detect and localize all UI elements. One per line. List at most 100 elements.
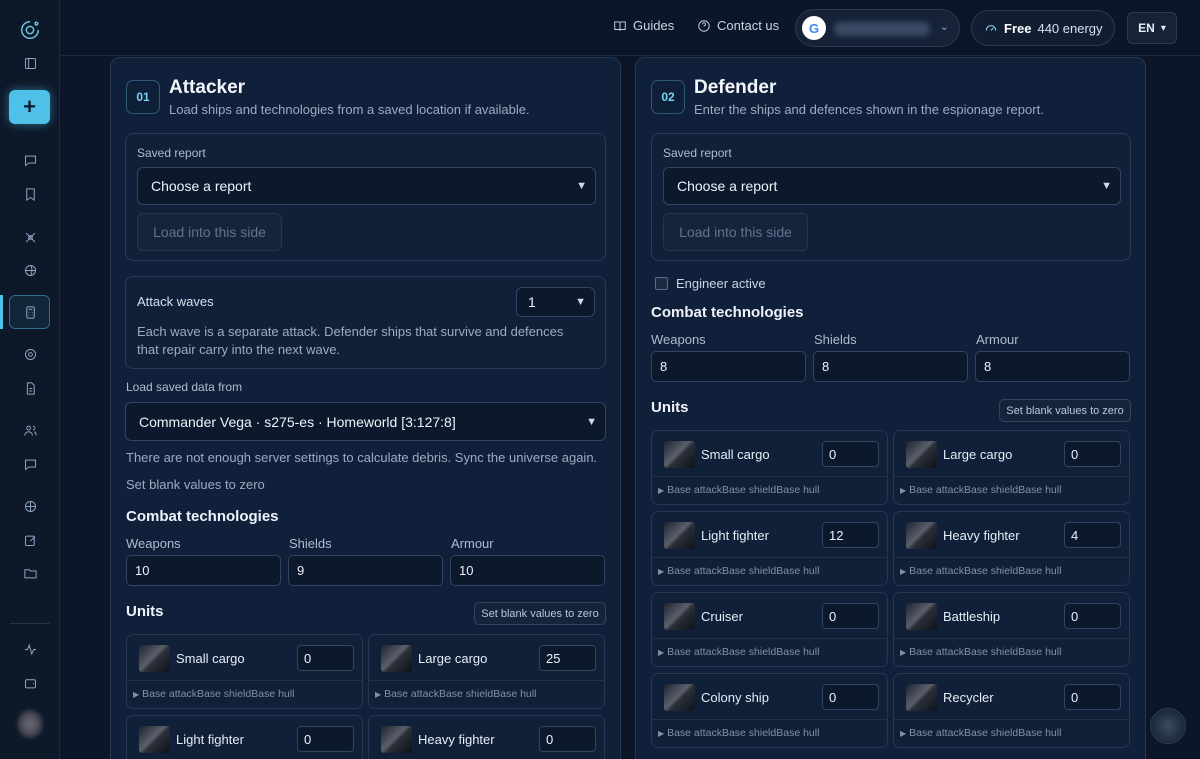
engineer-checkbox[interactable] bbox=[655, 277, 668, 290]
document-icon[interactable] bbox=[15, 373, 45, 403]
unit-base-stats-toggle[interactable]: ▶ Base attackBase shieldBase hull bbox=[658, 646, 819, 658]
unit-base-stats: Base attackBase shieldBase hull bbox=[909, 484, 1062, 496]
user-avatar[interactable] bbox=[18, 710, 42, 738]
ship-icon bbox=[664, 522, 695, 549]
weapons-input[interactable]: 10 bbox=[126, 555, 281, 586]
unit-base-stats-toggle[interactable]: ▶ Base attackBase shieldBase hull bbox=[900, 646, 1061, 658]
unit-row: Light fighter 0 bbox=[127, 716, 362, 759]
account-menu[interactable]: G ⌄ bbox=[795, 9, 960, 47]
activity-icon[interactable] bbox=[15, 634, 45, 664]
assistant-orb-icon[interactable] bbox=[1150, 708, 1186, 744]
unit-count-input[interactable]: 12 bbox=[822, 522, 879, 548]
shields-input[interactable]: 8 bbox=[813, 351, 968, 382]
unit-base-stats-toggle[interactable]: ▶ Base attackBase shieldBase hull bbox=[658, 727, 819, 739]
unit-base-stats-toggle[interactable]: ▶ Base attackBase shieldBase hull bbox=[375, 688, 536, 700]
ship-icon bbox=[664, 441, 695, 468]
ship-icon bbox=[381, 726, 412, 753]
unit-count-input[interactable]: 0 bbox=[822, 441, 879, 467]
weapons-input[interactable]: 8 bbox=[651, 351, 806, 382]
app-logo-icon[interactable] bbox=[15, 15, 45, 45]
unit-name: Heavy fighter bbox=[943, 528, 1020, 543]
attack-waves-select[interactable]: 1 ▼ bbox=[516, 287, 595, 317]
saved-report-label: Saved report bbox=[663, 146, 732, 160]
unit-count-input[interactable]: 0 bbox=[1064, 603, 1121, 629]
saved-report-select[interactable]: Choose a report ▼ bbox=[663, 167, 1121, 205]
unit-row: Heavy fighter 4 bbox=[894, 512, 1129, 558]
unit-count-input[interactable]: 0 bbox=[822, 603, 879, 629]
ship-icon bbox=[664, 603, 695, 630]
tools-icon[interactable] bbox=[15, 222, 45, 252]
messages-icon[interactable] bbox=[15, 449, 45, 479]
google-account-icon: G bbox=[802, 16, 826, 40]
ship-icon bbox=[139, 726, 170, 753]
unit-count-input[interactable]: 0 bbox=[297, 645, 354, 671]
guides-link[interactable]: Guides bbox=[613, 18, 674, 33]
energy-balance[interactable]: Free 440 energy bbox=[971, 10, 1115, 46]
bookmark-icon[interactable] bbox=[15, 179, 45, 209]
unit-count-input[interactable]: 0 bbox=[1064, 441, 1121, 467]
unit-name: Large cargo bbox=[418, 651, 488, 666]
saved-report-select[interactable]: Choose a report ▼ bbox=[137, 167, 596, 205]
armour-input[interactable]: 10 bbox=[450, 555, 605, 586]
edit-icon[interactable] bbox=[15, 525, 45, 555]
chat-icon[interactable] bbox=[15, 145, 45, 175]
unit-base-stats: Base attackBase shieldBase hull bbox=[909, 646, 1062, 658]
unit-card: Colony ship 0 ▶ Base attackBase shieldBase… bbox=[651, 673, 888, 748]
units-blank-zero-button[interactable]: Set blank values to zero bbox=[474, 602, 606, 625]
triangle-right-icon: ▶ bbox=[658, 729, 665, 738]
chevron-down-icon: ▼ bbox=[575, 296, 586, 308]
unit-count-input[interactable]: 0 bbox=[297, 726, 354, 752]
globe-icon[interactable] bbox=[15, 255, 45, 285]
account-name-redacted bbox=[834, 22, 930, 36]
armour-input[interactable]: 8 bbox=[975, 351, 1130, 382]
load-into-side-button[interactable]: Load into this side bbox=[663, 213, 808, 251]
unit-count-input[interactable]: 0 bbox=[539, 726, 596, 752]
shields-input[interactable]: 9 bbox=[288, 555, 443, 586]
energy-plan: Free bbox=[1004, 20, 1032, 36]
combat-tech-heading: Combat technologies bbox=[126, 508, 279, 525]
triangle-right-icon: ▶ bbox=[658, 567, 665, 576]
gauge-icon bbox=[985, 25, 997, 31]
unit-count-input[interactable]: 0 bbox=[1064, 684, 1121, 710]
unit-name: Light fighter bbox=[701, 528, 769, 543]
chevron-down-icon: ▾ bbox=[1160, 22, 1166, 34]
saved-report-card: Saved report Choose a report ▼ Load into… bbox=[651, 133, 1131, 261]
load-into-side-button[interactable]: Load into this side bbox=[137, 213, 282, 251]
ship-icon bbox=[906, 522, 937, 549]
wallet-icon[interactable] bbox=[15, 668, 45, 698]
set-blank-zero-link[interactable]: Set blank values to zero bbox=[126, 476, 265, 494]
unit-base-stats-toggle[interactable]: ▶ Base attackBase shieldBase hull bbox=[658, 484, 819, 496]
unit-base-stats-toggle[interactable]: ▶ Base attackBase shieldBase hull bbox=[900, 565, 1061, 577]
unit-base-stats-toggle[interactable]: ▶ Base attackBase shieldBase hull bbox=[900, 484, 1061, 496]
unit-card: Small cargo 0 ▶ Base attackBase shieldBase… bbox=[651, 430, 888, 505]
sidebar-toggle-icon[interactable] bbox=[15, 48, 45, 78]
unit-row: Large cargo 25 bbox=[369, 635, 604, 681]
calculator-icon[interactable] bbox=[15, 297, 45, 327]
language-select[interactable]: EN ▾ bbox=[1127, 12, 1177, 44]
unit-card: Cruiser 0 ▶ Base attackBase shieldBase hul… bbox=[651, 592, 888, 667]
contact-link[interactable]: Contact us bbox=[697, 18, 779, 33]
weapons-label: Weapons bbox=[126, 536, 181, 551]
sidebar-divider bbox=[10, 623, 50, 624]
triangle-right-icon: ▶ bbox=[375, 690, 382, 699]
load-saved-select[interactable]: Commander Vega · s275-es · Homeworld [3:… bbox=[125, 402, 606, 441]
radar-icon[interactable] bbox=[15, 339, 45, 369]
users-icon[interactable] bbox=[15, 415, 45, 445]
help-circle-icon bbox=[698, 19, 710, 32]
unit-base-stats-toggle[interactable]: ▶ Base attackBase shieldBase hull bbox=[900, 727, 1061, 739]
unit-name: Colony ship bbox=[701, 690, 769, 705]
unit-base-stats: Base attackBase shieldBase hull bbox=[667, 565, 820, 577]
triangle-right-icon: ▶ bbox=[133, 690, 140, 699]
unit-count-input[interactable]: 25 bbox=[539, 645, 596, 671]
debris-warning: There are not enough server settings to … bbox=[126, 450, 598, 465]
attack-waves-card: Attack waves 1 ▼ Each wave is a separate… bbox=[125, 276, 606, 369]
folder-icon[interactable] bbox=[15, 558, 45, 588]
unit-count-input[interactable]: 0 bbox=[822, 684, 879, 710]
unit-base-stats-toggle[interactable]: ▶ Base attackBase shieldBase hull bbox=[133, 688, 294, 700]
ship-icon bbox=[906, 441, 937, 468]
world-icon[interactable] bbox=[15, 491, 45, 521]
unit-count-input[interactable]: 4 bbox=[1064, 522, 1121, 548]
new-item-button[interactable]: + bbox=[9, 90, 50, 124]
unit-base-stats-toggle[interactable]: ▶ Base attackBase shieldBase hull bbox=[658, 565, 819, 577]
units-blank-zero-button[interactable]: Set blank values to zero bbox=[999, 399, 1131, 422]
